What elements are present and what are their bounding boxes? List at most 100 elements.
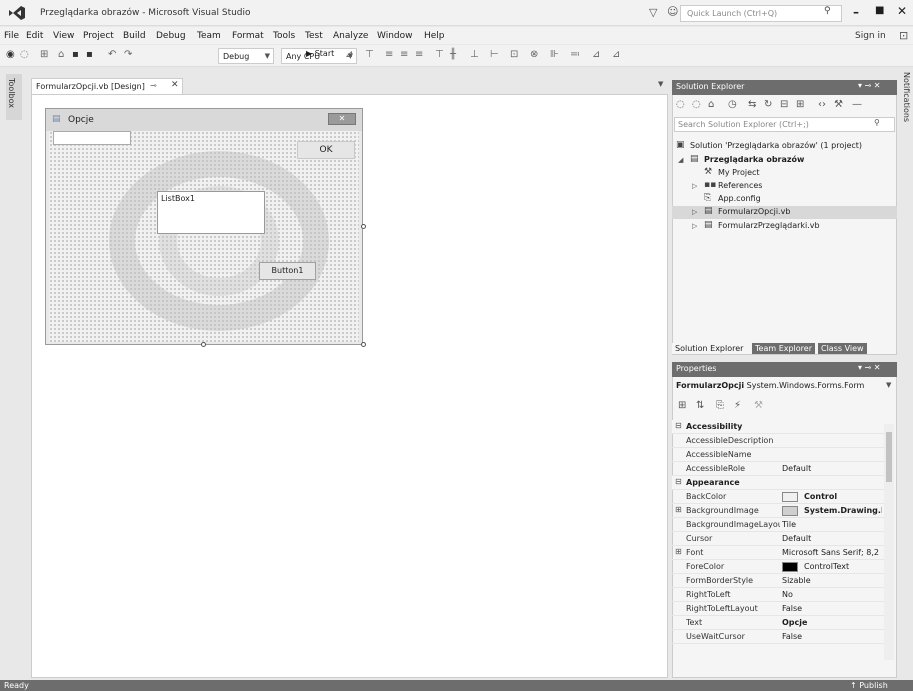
layout-align-icon[interactable]: ⊤ bbox=[365, 49, 374, 60]
back-icon[interactable]: ◌ bbox=[676, 99, 685, 110]
align-left-icon[interactable]: ≡ bbox=[385, 49, 393, 60]
search-icon[interactable]: ⚲ bbox=[824, 6, 831, 16]
ok-button[interactable]: OK bbox=[297, 141, 355, 159]
notifications-label[interactable]: Notifications bbox=[902, 72, 911, 122]
make-same-size-icon[interactable]: ⊡ bbox=[510, 49, 518, 60]
expand-arrow-icon[interactable]: ▷ bbox=[692, 222, 697, 230]
tab-overflow-icon[interactable]: ▼ bbox=[658, 80, 663, 88]
menu-test[interactable]: Test bbox=[305, 31, 323, 41]
tree-item-formularzopcji[interactable]: ▷ ▤ FormularzOpcji.vb bbox=[672, 206, 897, 219]
publish-button[interactable]: ↑ Publish bbox=[850, 681, 888, 690]
solution-explorer-search-input[interactable]: Search Solution Explorer (Ctrl+;) bbox=[674, 117, 895, 132]
expand-arrow-icon[interactable]: ▷ bbox=[692, 182, 697, 190]
tab-class-view[interactable]: Class View bbox=[818, 343, 867, 354]
pin-icon[interactable]: ⊸ bbox=[150, 81, 157, 90]
alphabetical-icon[interactable]: ⇅ bbox=[696, 400, 704, 411]
save-icon[interactable]: ▪ bbox=[72, 49, 79, 60]
navigate-back-icon[interactable]: ◉ bbox=[6, 49, 15, 60]
property-row-accessiblename[interactable]: AccessibleName bbox=[672, 448, 884, 462]
menu-tools[interactable]: Tools bbox=[273, 31, 295, 41]
menu-format[interactable]: Format bbox=[232, 31, 264, 41]
property-row-cursor[interactable]: Cursor Default bbox=[672, 532, 884, 546]
bring-to-front-icon[interactable]: ⊿ bbox=[592, 49, 600, 60]
search-icon[interactable]: ⚲ bbox=[874, 118, 880, 127]
save-all-icon[interactable]: ▪ bbox=[86, 49, 93, 60]
horizontal-spacing-icon[interactable]: ⊪ bbox=[550, 49, 559, 60]
size-to-grid-icon[interactable]: ⊗ bbox=[530, 49, 538, 60]
close-tab-icon[interactable]: ✕ bbox=[171, 80, 179, 90]
tree-item-my-project[interactable]: ⚒ My Project bbox=[672, 167, 897, 180]
property-row-formborderstyle[interactable]: FormBorderStyle Sizable bbox=[672, 574, 884, 588]
align-middle-icon[interactable]: ╫ bbox=[450, 49, 456, 60]
property-row-backgroundimage[interactable]: ⊞ BackgroundImage System.Drawing.B bbox=[672, 504, 884, 518]
property-row-text[interactable]: Text Opcje bbox=[672, 616, 884, 630]
start-debugging-button[interactable]: ▶ Start bbox=[306, 49, 334, 58]
minimize-icon[interactable]: – bbox=[853, 5, 859, 19]
menu-help[interactable]: Help bbox=[424, 31, 445, 41]
send-to-back-icon[interactable]: ⊿ bbox=[612, 49, 620, 60]
resize-handle-corner[interactable] bbox=[361, 342, 366, 347]
feedback-icon[interactable]: ☺ bbox=[667, 5, 678, 18]
property-row-backgroundimagelayout[interactable]: BackgroundImageLayout Tile bbox=[672, 518, 884, 532]
scrollbar-thumb[interactable] bbox=[886, 432, 892, 482]
undo-icon[interactable]: ↶ bbox=[108, 49, 116, 60]
form-title-bar[interactable]: ▤ Opcje ✕ bbox=[46, 109, 362, 131]
tree-item-solution[interactable]: ▣ Solution 'Przeglądarka obrazów' (1 pro… bbox=[672, 140, 897, 153]
menu-team[interactable]: Team bbox=[197, 31, 221, 41]
menu-window[interactable]: Window bbox=[377, 31, 413, 41]
user-feedback-icon[interactable]: ⊡ bbox=[899, 29, 908, 42]
tab-formularzopcji-design[interactable]: FormularzOpcji.vb [Design] bbox=[31, 78, 183, 94]
align-top-icon[interactable]: ⊤ bbox=[435, 49, 444, 60]
sync-icon[interactable]: ⇆ bbox=[748, 99, 756, 110]
form-designer-window[interactable]: ▤ Opcje ✕ OK ListBox1 Button1 bbox=[45, 108, 363, 345]
forward-icon[interactable]: ◌ bbox=[692, 99, 701, 110]
property-row-backcolor[interactable]: BackColor Control bbox=[672, 490, 884, 504]
properties-object-selector[interactable]: FormularzOpcji System.Windows.Forms.Form bbox=[676, 381, 864, 390]
property-pages-icon[interactable]: ⚒ bbox=[754, 400, 763, 411]
sign-in-link[interactable]: Sign in bbox=[855, 31, 886, 41]
collapse-icon[interactable]: ⊟ bbox=[675, 477, 682, 486]
menu-project[interactable]: Project bbox=[83, 31, 114, 41]
properties-icon[interactable]: ⎘ bbox=[716, 400, 724, 411]
close-icon[interactable]: ✕ bbox=[897, 4, 907, 18]
tree-item-app-config[interactable]: ⎘ App.config bbox=[672, 193, 897, 206]
configuration-dropdown[interactable]: Debug ▼ bbox=[218, 48, 274, 64]
tab-team-explorer[interactable]: Team Explorer bbox=[752, 343, 815, 354]
resize-handle-bottom[interactable] bbox=[201, 342, 206, 347]
align-center-icon[interactable]: ≡ bbox=[400, 49, 408, 60]
menu-edit[interactable]: Edit bbox=[26, 31, 43, 41]
make-same-width-icon[interactable]: ⊢ bbox=[490, 49, 499, 60]
filter-icon[interactable]: ▽ bbox=[649, 6, 657, 19]
show-all-files-icon[interactable]: ⊞ bbox=[796, 99, 804, 110]
menu-file[interactable]: File bbox=[4, 31, 19, 41]
expand-icon[interactable]: ⊞ bbox=[675, 547, 682, 556]
refresh-icon[interactable]: ↻ bbox=[764, 99, 772, 110]
new-project-icon[interactable]: ⊞ bbox=[40, 49, 48, 60]
attach-icon[interactable]: ⊿ bbox=[345, 49, 353, 60]
form-close-icon[interactable]: ✕ bbox=[328, 113, 356, 125]
property-category-appearance[interactable]: ⊟ Appearance bbox=[672, 476, 884, 490]
property-row-righttoleftlayout[interactable]: RightToLeftLayout False bbox=[672, 602, 884, 616]
vertical-spacing-icon[interactable]: ≕ bbox=[570, 49, 580, 60]
view-code-icon[interactable]: ‹› bbox=[818, 99, 826, 110]
panel-controls-icon[interactable]: ▾ ⊸ ✕ bbox=[858, 363, 881, 372]
menu-debug[interactable]: Debug bbox=[156, 31, 186, 41]
property-row-font[interactable]: ⊞ Font Microsoft Sans Serif; 8,2 bbox=[672, 546, 884, 560]
property-row-usewaitcursor[interactable]: UseWaitCursor False bbox=[672, 630, 884, 644]
toolbox-label[interactable]: Toolbox bbox=[7, 78, 16, 108]
redo-icon[interactable]: ↷ bbox=[124, 49, 132, 60]
collapse-icon[interactable]: ⊟ bbox=[675, 421, 682, 430]
preview-icon[interactable]: — bbox=[852, 99, 862, 110]
align-bottom-icon[interactable]: ⊥ bbox=[470, 49, 479, 60]
form-client-area[interactable]: OK ListBox1 Button1 bbox=[49, 131, 359, 342]
menu-analyze[interactable]: Analyze bbox=[333, 31, 368, 41]
tree-item-project[interactable]: ◢ ▤ Przeglądarka obrazów bbox=[672, 154, 897, 167]
align-right-icon[interactable]: ≡ bbox=[415, 49, 423, 60]
property-row-forecolor[interactable]: ForeColor ControlText bbox=[672, 560, 884, 574]
property-row-accessiblerole[interactable]: AccessibleRole Default bbox=[672, 462, 884, 476]
maximize-icon[interactable]: ■ bbox=[875, 5, 884, 16]
pending-changes-icon[interactable]: ◷ bbox=[728, 99, 737, 110]
chevron-down-icon[interactable]: ▼ bbox=[886, 381, 891, 389]
events-icon[interactable]: ⚡ bbox=[734, 400, 741, 411]
home-icon[interactable]: ⌂ bbox=[708, 99, 714, 110]
